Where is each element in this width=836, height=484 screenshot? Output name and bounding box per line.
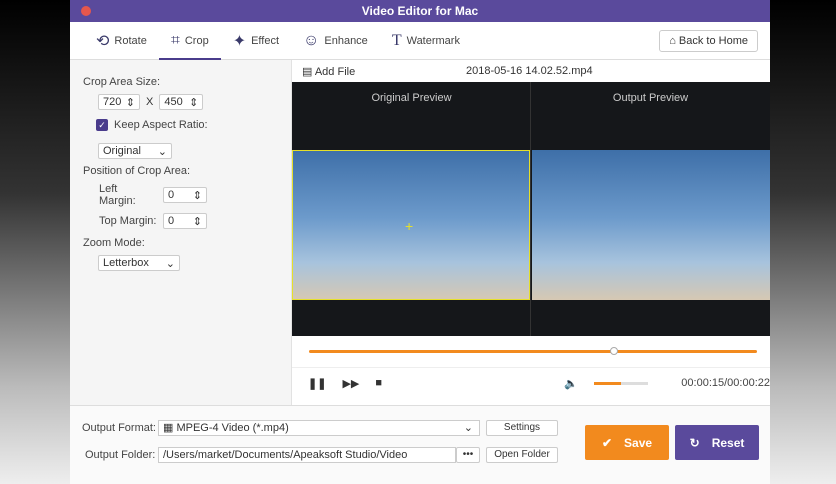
value: 0 [168,189,175,201]
volume-slider[interactable] [593,378,648,388]
tab-label: Watermark [406,34,460,47]
back-to-home-button[interactable]: ⌂ Back to Home [659,30,758,52]
divider [530,82,531,336]
volume-fill [593,382,621,385]
preview-panel: ▤ Add File 2018-05-16 14.02.52.mp4 Origi… [292,60,770,405]
stepper-icon: ⇕ [189,96,199,109]
tab-label: Crop [184,34,209,47]
file-name: 2018-05-16 14.02.52.mp4 [466,65,593,77]
value: MPEG-4 Video (*.mp4) [176,422,289,434]
back-home-label: Back to Home [678,35,748,47]
times-label: X [146,96,154,108]
chevron-down-icon: ⌄ [157,145,167,158]
add-file-label: Add File [314,65,356,78]
text-icon: T [391,31,402,49]
output-panel: Output Format: ▦ MPEG-4 Video (*.mp4) ⌄ S… [70,405,770,484]
tab-label: Rotate [114,34,147,47]
crop-icon: ⌗ [170,31,180,49]
crosshair-icon: + [405,218,414,234]
crop-settings-panel: Crop Area Size: 720 ⇕ X 450 ⇕ ✓ Keep Aspec… [70,60,292,405]
seek-track[interactable] [309,350,757,353]
original-preview-label: Original Preview [371,92,452,104]
browse-folder-button[interactable]: ••• [456,447,480,463]
save-label: Save [624,435,653,450]
zoom-mode-label: Zoom Mode: [83,237,145,249]
time-display: 00:00:15/00:00:22 [681,377,770,389]
position-label: Position of Crop Area: [83,165,191,177]
stepper-icon: ⇕ [192,189,202,202]
volume-icon[interactable]: 🔈 [564,377,578,390]
tab-label: Enhance [324,34,368,47]
value: 450 [164,96,183,108]
tab-enhance[interactable]: ☺ Enhance [291,22,380,60]
window-title: Video Editor for Mac [361,4,479,18]
reset-button[interactable]: ↻ Reset [675,425,759,460]
player-controls: ❚❚ ▶▶ ■ 🔈 00:00:15/00:00:22 [292,368,770,398]
open-folder-button[interactable]: Open Folder [486,447,558,463]
add-file-icon: ▤ [302,65,315,78]
sparkle-icon: ✦ [232,32,247,50]
crop-height-stepper[interactable]: 450 ⇕ [159,94,204,110]
toolbar: ⟲ Rotate ⌗ Crop ✦ Effect ☺ Enhance T Watermar… [70,22,770,60]
left-margin-label: Left Margin: [99,183,136,207]
tab-watermark[interactable]: T Watermark [380,22,472,60]
add-file-button[interactable]: ▤ Add File [302,65,355,78]
value: 0 [168,215,175,227]
close-button[interactable] [81,6,91,16]
file-bar: ▤ Add File 2018-05-16 14.02.52.mp4 [292,60,770,82]
output-video-frame [532,150,770,300]
output-format-select[interactable]: ▦ MPEG-4 Video (*.mp4) ⌄ [158,420,480,436]
chevron-down-icon: ⌄ [463,422,473,434]
zoom-mode-select[interactable]: Letterbox ⌄ [98,255,180,271]
settings-button[interactable]: Settings [486,420,558,436]
tab-crop[interactable]: ⌗ Crop [158,22,221,60]
reset-label: Reset [711,435,745,450]
left-margin-stepper[interactable]: 0 ⇕ [163,187,207,203]
app-window: Video Editor for Mac ⟲ Rotate ⌗ Crop ✦ Effe… [70,0,770,484]
keep-aspect-label: Keep Aspect Ratio: [114,119,208,131]
stepper-icon: ⇕ [192,215,202,228]
crop-size-label: Crop Area Size: [83,76,161,88]
chevron-down-icon: ⌄ [165,257,175,270]
value: Letterbox [103,257,149,269]
aspect-select[interactable]: Original ⌄ [98,143,172,159]
mpeg-icon: ▦ [163,422,177,434]
tab-rotate[interactable]: ⟲ Rotate [84,22,159,60]
output-folder-label: Output Folder: [85,449,156,461]
top-margin-stepper[interactable]: 0 ⇕ [163,213,207,229]
pause-icon[interactable]: ❚❚ [308,377,326,390]
reset-icon: ↻ [689,435,700,450]
top-margin-label: Top Margin: [99,215,157,227]
home-icon: ⌂ [669,35,679,47]
fast-forward-icon[interactable]: ▶▶ [342,377,359,390]
value: 720 [103,96,122,108]
tab-label: Effect [251,34,280,47]
rotate-icon: ⟲ [96,32,110,50]
output-preview-label: Output Preview [612,92,689,104]
seek-handle[interactable] [609,347,618,355]
tab-effect[interactable]: ✦ Effect [221,22,291,60]
output-folder-input[interactable]: /Users/market/Documents/Apeaksoft Studio… [158,447,456,463]
crop-rectangle[interactable]: + [292,150,530,300]
preview-area: Original Preview Output Preview + [292,82,770,336]
value: Original [103,145,141,157]
seek-bar[interactable] [292,336,770,368]
output-format-label: Output Format: [82,422,156,434]
stepper-icon: ⇕ [125,96,135,109]
palette-icon: ☺ [303,31,320,49]
stop-icon[interactable]: ■ [375,377,382,389]
crop-width-stepper[interactable]: 720 ⇕ [98,94,140,110]
keep-aspect-checkbox[interactable]: ✓ [96,119,108,131]
title-bar: Video Editor for Mac [70,0,770,22]
save-button[interactable]: ✔ Save [585,425,669,460]
check-circle-icon: ✔ [601,435,613,450]
